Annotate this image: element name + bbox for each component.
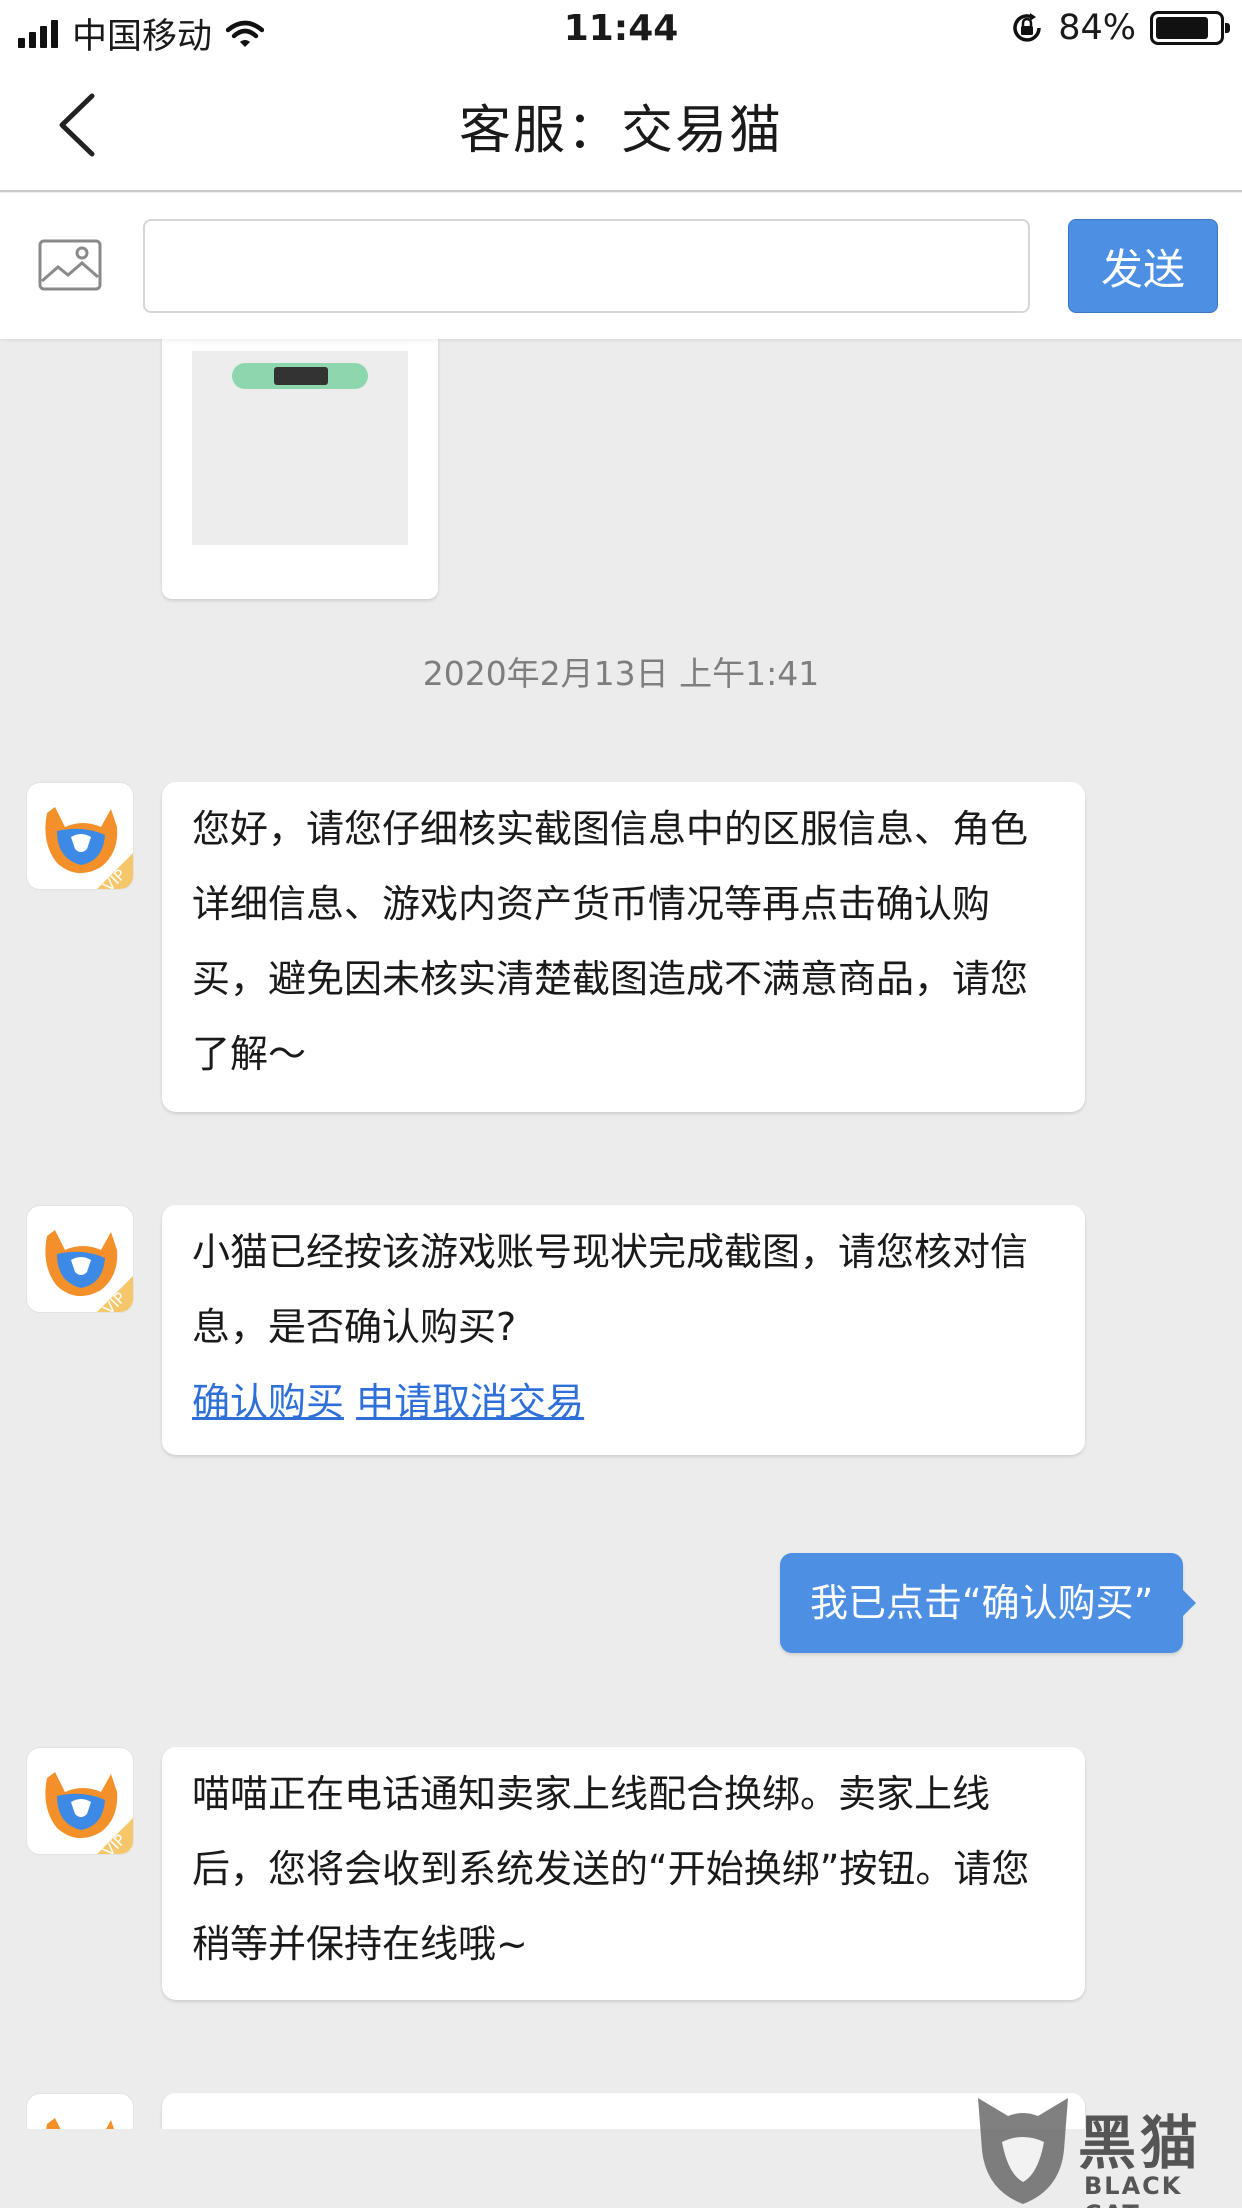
battery-icon [1150, 11, 1230, 45]
agent-avatar[interactable]: VIP [26, 782, 134, 890]
agent-message-bubble: 小猫已经按该游戏账号现状完成截图，请您核对信息，是否确认购买? 确认购买 申请取… [162, 1205, 1085, 1455]
watermark-subtitle: BLACK CAT [1084, 2172, 1183, 2208]
watermark-title: 黑猫 [1078, 2109, 1203, 2177]
message-text: 您好，请您仔细核实截图信息中的区服信息、角色详细信息、游戏内资产货币情况等再点击… [192, 807, 1029, 1076]
black-cat-watermark: 黑猫 BLACK CAT [968, 2090, 1242, 2208]
status-bar: 中国移动 11:44 84% [0, 0, 1242, 60]
jiaoyimao-logo-icon [46, 2118, 114, 2129]
page-title: 客服：交易猫 [458, 101, 783, 161]
message-composer: 发送 [0, 193, 1242, 339]
battery-percent: 84% [1058, 8, 1136, 48]
message-text: 小猫已经按该游戏账号现状完成截图，请您核对信息，是否确认购买? [192, 1230, 1029, 1349]
agent-avatar[interactable]: VIP [26, 1205, 134, 1313]
jiaoyimao-logo-icon: VIP [45, 1772, 133, 1854]
message-text: 喵喵正在电话通知卖家上线配合换绑。卖家上线后，您将会收到系统发送的“开始换绑”按… [192, 1772, 1030, 1966]
message-timestamp: 2020年2月13日 上午1:41 [422, 654, 820, 693]
send-button[interactable]: 发送 [1068, 219, 1218, 313]
jiaoyimao-logo-icon: VIP [45, 1230, 133, 1312]
cancel-trade-link[interactable]: 申请取消交易 [356, 1380, 584, 1424]
navigation-bar: 客服：交易猫 [0, 60, 1242, 192]
confirm-purchase-link[interactable]: 确认购买 [192, 1380, 344, 1424]
agent-avatar[interactable]: VIP [26, 1747, 134, 1855]
agent-message-bubble-partial [162, 2093, 1085, 2129]
rotation-lock-icon [1013, 13, 1041, 42]
screenshot-thumbnail[interactable] [162, 339, 438, 599]
agent-message-bubble: 您好，请您仔细核实截图信息中的区服信息、角色详细信息、游戏内资产货币情况等再点击… [162, 782, 1085, 1112]
message-input[interactable] [143, 219, 1030, 313]
user-message-bubble: 我已点击“确认购买” [780, 1553, 1197, 1653]
jiaoyimao-logo-icon: VIP [45, 807, 133, 889]
black-cat-logo-icon [978, 2098, 1068, 2204]
chat-history[interactable]: 2020年2月13日 上午1:41 VIP 您好，请您仔细核实截图信息中的区服信… [0, 339, 1242, 2129]
agent-message-bubble: 喵喵正在电话通知卖家上线配合换绑。卖家上线后，您将会收到系统发送的“开始换绑”按… [162, 1747, 1085, 2000]
message-text: 我已点击“确认购买” [810, 1581, 1154, 1625]
agent-avatar[interactable] [26, 2093, 134, 2129]
image-icon[interactable] [38, 237, 102, 293]
screenshot-preview [192, 339, 408, 545]
status-right: 84% [1010, 8, 1230, 48]
